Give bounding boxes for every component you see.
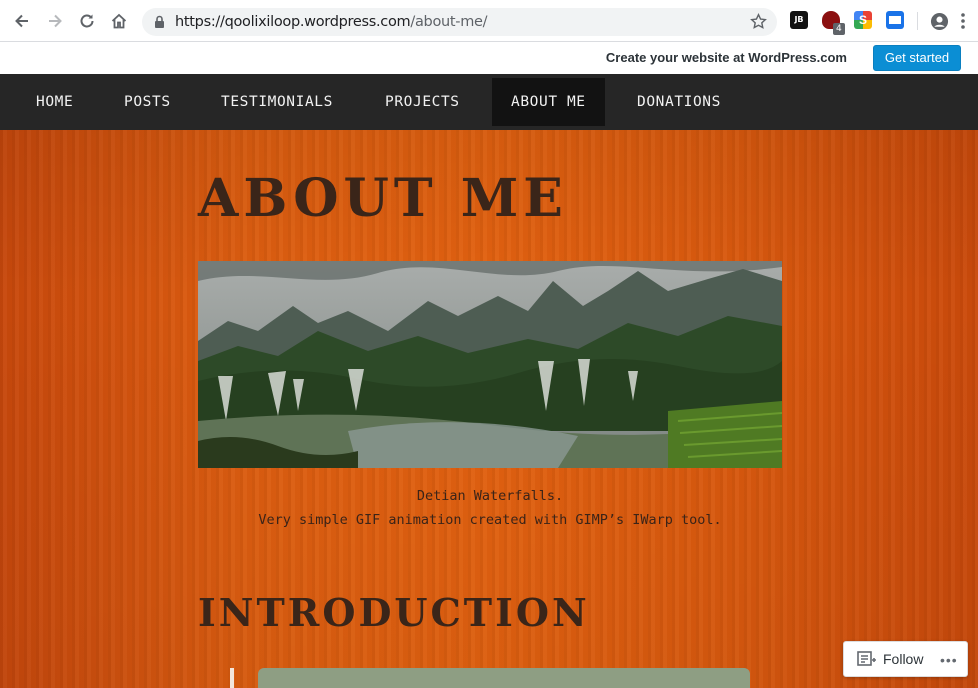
more-options-icon[interactable]: ••• bbox=[940, 652, 958, 668]
blockquote-bar bbox=[230, 668, 234, 688]
browser-toolbar: https://qoolixiloop.wordpress.com/about-… bbox=[0, 0, 978, 42]
address-bar[interactable]: https://qoolixiloop.wordpress.com/about-… bbox=[142, 8, 777, 36]
browser-menu-icon[interactable] bbox=[960, 12, 966, 35]
bookmark-star-icon[interactable] bbox=[750, 13, 767, 35]
forward-icon[interactable] bbox=[44, 10, 66, 32]
nav-item-about-me[interactable]: ABOUT ME bbox=[492, 78, 605, 126]
waterfall-image bbox=[198, 261, 782, 468]
url-host: https://qoolixiloop.wordpress.com bbox=[175, 14, 411, 30]
nav-item-donations[interactable]: DONATIONS bbox=[637, 78, 721, 126]
profile-avatar-icon[interactable] bbox=[930, 12, 949, 36]
nav-item-projects[interactable]: PROJECTS bbox=[385, 78, 460, 126]
window-extension-icon[interactable] bbox=[886, 11, 904, 29]
back-icon[interactable] bbox=[11, 10, 33, 32]
site-nav: HOME POSTS TESTIMONIALS PROJECTS ABOUT M… bbox=[0, 74, 978, 130]
image-caption-description: Very simple GIF animation created with G… bbox=[258, 512, 722, 528]
follow-button[interactable]: Follow bbox=[883, 651, 923, 667]
follow-reader-icon bbox=[857, 651, 877, 672]
toolbar-divider bbox=[917, 12, 918, 30]
s-extension-icon[interactable]: S bbox=[854, 11, 872, 29]
get-started-button[interactable]: Get started bbox=[873, 45, 961, 71]
url-text: https://qoolixiloop.wordpress.com/about-… bbox=[175, 14, 488, 30]
wordpress-banner: Create your website at WordPress.com bbox=[0, 42, 978, 74]
image-caption-title: Detian Waterfalls. bbox=[416, 488, 564, 504]
intro-callout-box bbox=[258, 668, 750, 688]
nav-item-home[interactable]: HOME bbox=[36, 78, 73, 126]
main-content: ABOUT ME Detian Waterfalls. Very simple … bbox=[0, 130, 978, 688]
follow-widget[interactable]: Follow ••• bbox=[843, 641, 968, 677]
home-icon[interactable] bbox=[108, 10, 130, 32]
url-path: /about-me/ bbox=[410, 14, 488, 30]
nav-item-testimonials[interactable]: TESTIMONIALS bbox=[221, 78, 333, 126]
reload-icon[interactable] bbox=[76, 10, 98, 32]
nav-item-posts[interactable]: POSTS bbox=[124, 78, 171, 126]
extension-badge: 4 bbox=[833, 23, 845, 35]
wordpress-promo-text: Create your website at WordPress.com bbox=[605, 50, 847, 65]
section-heading-introduction: INTRODUCTION bbox=[198, 590, 590, 635]
lock-icon bbox=[154, 15, 165, 34]
jetbrains-extension-icon[interactable]: JB bbox=[790, 11, 808, 29]
page-title: ABOUT ME bbox=[198, 168, 568, 229]
